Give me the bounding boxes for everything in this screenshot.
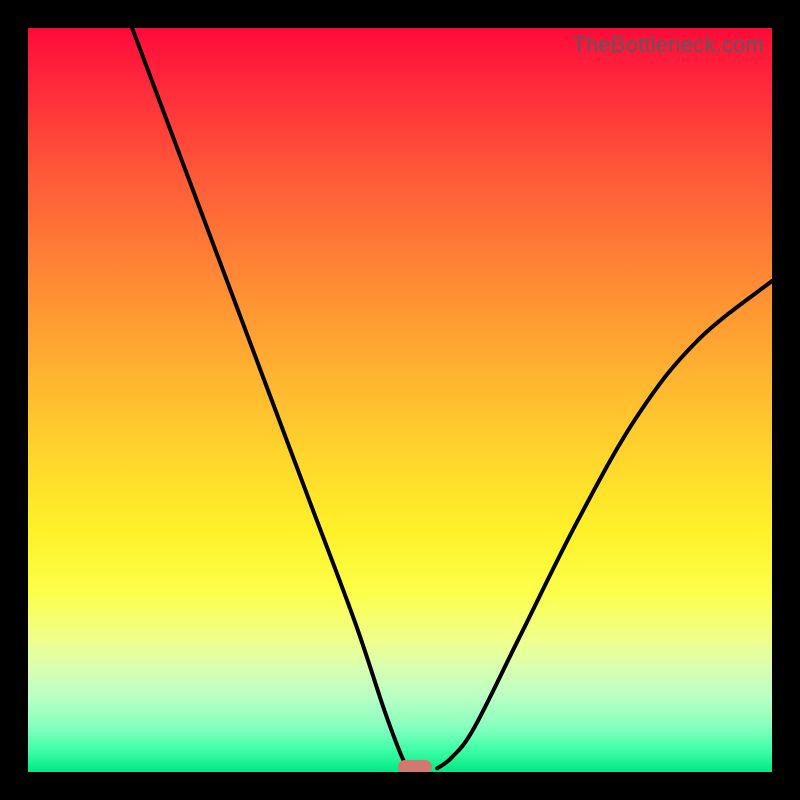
plot-area: TheBottleneck.com bbox=[28, 28, 772, 772]
curve-left-branch bbox=[132, 28, 411, 768]
watermark-text: TheBottleneck.com bbox=[572, 32, 764, 58]
optimal-point-marker bbox=[398, 760, 432, 772]
curve-right-branch bbox=[437, 281, 772, 768]
chart-frame: TheBottleneck.com bbox=[0, 0, 800, 800]
bottleneck-curve bbox=[28, 28, 772, 772]
